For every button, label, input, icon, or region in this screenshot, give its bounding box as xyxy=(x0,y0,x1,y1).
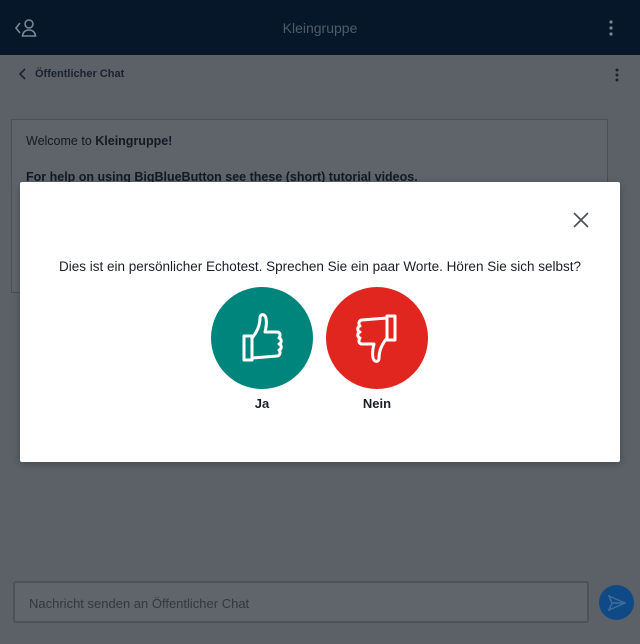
top-bar: Kleingruppe xyxy=(0,0,640,55)
no-label: Nein xyxy=(362,396,392,411)
message-composer xyxy=(13,581,589,623)
chat-header: Öffentlicher Chat xyxy=(0,55,640,95)
chevron-left-icon xyxy=(18,68,26,80)
chat-title: Öffentlicher Chat xyxy=(35,68,125,80)
yes-label: Ja xyxy=(254,396,270,411)
echo-test-modal: Dies ist ein persönlicher Echotest. Spre… xyxy=(20,182,620,462)
no-button[interactable]: Nein xyxy=(326,287,428,411)
welcome-prefix: Welcome to xyxy=(26,134,96,148)
send-icon xyxy=(607,594,626,611)
options-menu-button[interactable] xyxy=(608,20,614,36)
send-button[interactable] xyxy=(599,585,634,620)
kebab-icon xyxy=(615,68,619,82)
close-button[interactable] xyxy=(572,211,590,229)
welcome-name: Kleingruppe! xyxy=(95,134,173,148)
back-to-chat-button[interactable]: Öffentlicher Chat xyxy=(18,68,124,80)
message-input[interactable] xyxy=(29,596,573,611)
meeting-title: Kleingruppe xyxy=(282,20,358,36)
no-circle[interactable] xyxy=(326,287,428,389)
thumbs-down-icon xyxy=(356,314,397,363)
chat-options-button[interactable] xyxy=(614,68,620,82)
yes-button[interactable]: Ja xyxy=(211,287,313,411)
close-icon xyxy=(573,212,589,228)
thumbs-up-icon xyxy=(242,313,283,362)
yes-circle[interactable] xyxy=(211,287,313,389)
welcome-line: Welcome to Kleingruppe! xyxy=(26,134,593,148)
kebab-icon xyxy=(609,20,613,36)
echo-test-question: Dies ist ein persönlicher Echotest. Spre… xyxy=(58,259,581,274)
